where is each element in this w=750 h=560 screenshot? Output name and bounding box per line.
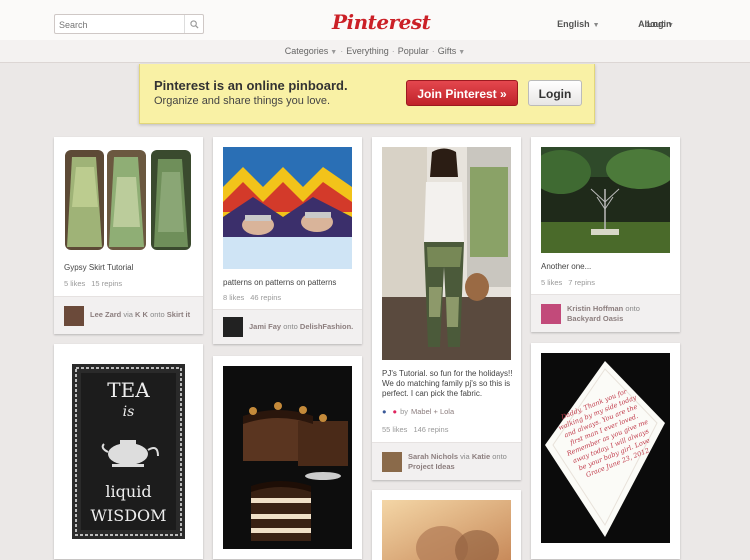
- join-pinterest-button[interactable]: Join Pinterest »: [406, 80, 518, 106]
- nav-gifts[interactable]: Gifts ▼: [438, 46, 465, 56]
- via-user[interactable]: Katie: [472, 452, 490, 461]
- pin-card[interactable]: [213, 356, 362, 559]
- pin-card[interactable]: Another one... 5 likes 7 repins Kristin H…: [531, 137, 680, 332]
- pin-image[interactable]: [541, 147, 670, 253]
- search-input[interactable]: [55, 16, 183, 34]
- pin-image[interactable]: [223, 147, 352, 269]
- attribution-text: Lee Zard via K K onto Skirt it: [90, 310, 190, 320]
- pin-attribution: Jami Fay onto DelishFashion.: [213, 309, 362, 344]
- pin-card[interactable]: [372, 490, 521, 560]
- pin-stats: 5 likes 7 repins: [541, 278, 601, 287]
- pin-card[interactable]: Daddy, Thank you for walking by my side …: [531, 343, 680, 559]
- board-name[interactable]: Backyard Oasis: [567, 314, 623, 323]
- source-name[interactable]: Mabel + Lola: [411, 407, 454, 416]
- patterns-photo: [223, 147, 352, 269]
- poster-word-liquid: liquid: [105, 482, 152, 501]
- attribution-text: Jami Fay onto DelishFashion.: [249, 322, 353, 332]
- chevron-down-icon: ▼: [330, 49, 338, 56]
- skirt-photo: [64, 147, 193, 254]
- likes-count: 55 likes: [382, 425, 408, 434]
- pin-card[interactable]: PJ's Tutorial. so fun for the holidays!!…: [372, 137, 521, 480]
- pin-image[interactable]: [223, 366, 352, 549]
- onto-word: onto: [150, 310, 165, 319]
- pin-description: Gypsy Skirt Tutorial: [64, 263, 134, 272]
- pin-attribution: Sarah Nichols via Katie onto Project Ide…: [372, 442, 521, 480]
- board-name[interactable]: Project Ideas: [408, 462, 455, 471]
- pin-attribution: Lee Zard via K K onto Skirt it: [54, 296, 203, 334]
- pin-stats: 8 likes 46 repins: [223, 293, 287, 302]
- repins-count: 146 repins: [413, 425, 449, 434]
- pinner-name[interactable]: Sarah Nichols: [408, 452, 458, 461]
- pin-description: patterns on patterns on patterns: [223, 278, 337, 287]
- pin-attribution: Kristin Hoffman onto Backyard Oasis: [531, 294, 680, 332]
- search-icon: [189, 19, 199, 29]
- poster-word-wisdom: WISDOM: [90, 506, 167, 525]
- pin-image[interactable]: [64, 147, 193, 254]
- nav-everything[interactable]: Everything: [346, 46, 389, 56]
- likes-count: 5 likes: [64, 279, 86, 288]
- login-link[interactable]: Login: [647, 19, 672, 29]
- pin-image[interactable]: [382, 500, 511, 560]
- pajamas-photo: [382, 147, 511, 360]
- nav-popular[interactable]: Popular: [398, 46, 429, 56]
- likes-count: 8 likes: [223, 293, 245, 302]
- poster-word-tea: TEA: [107, 378, 150, 402]
- pin-card[interactable]: TEA is liquid WISDOM: [54, 344, 203, 559]
- source-icon: ●: [392, 407, 398, 416]
- onto-word: onto: [283, 322, 298, 331]
- poster-word-is: is: [122, 404, 135, 420]
- search-button[interactable]: [184, 15, 203, 33]
- avatar[interactable]: [64, 306, 84, 326]
- signup-banner: Pinterest is an online pinboard. Organiz…: [139, 64, 595, 124]
- login-button[interactable]: Login: [528, 80, 582, 106]
- avatar[interactable]: [223, 317, 243, 337]
- attribution-text: Kristin Hoffman onto Backyard Oasis: [567, 304, 667, 324]
- nav-categories-label: Categories: [284, 46, 329, 56]
- pinner-name[interactable]: Lee Zard: [90, 310, 121, 319]
- pin-description: Another one...: [541, 262, 592, 271]
- pinterest-logo[interactable]: Pinterest: [332, 10, 431, 34]
- nav-gifts-label: Gifts: [437, 46, 457, 56]
- sunset-photo: [382, 500, 511, 560]
- via-user[interactable]: K K: [135, 310, 148, 319]
- pinner-name[interactable]: Jami Fay: [249, 322, 281, 331]
- pin-image[interactable]: TEA is liquid WISDOM: [72, 364, 185, 539]
- top-bar: Pinterest English▼ About▼ Login: [0, 0, 750, 41]
- sub-nav: Categories ▼ · Everything · Popular · Gifts ▼: [0, 40, 750, 63]
- banner-subline: Organize and share things you love.: [154, 95, 331, 107]
- repins-count: 7 repins: [568, 278, 595, 287]
- cake-photo: [223, 366, 352, 549]
- nav-categories[interactable]: Categories ▼: [285, 46, 337, 56]
- board-name[interactable]: DelishFashion.: [300, 322, 353, 331]
- garden-photo: [541, 147, 670, 253]
- via-word: via: [123, 310, 133, 319]
- pin-stats: 5 likes 15 repins: [64, 279, 128, 288]
- banner-headline: Pinterest is an online pinboard.: [154, 78, 348, 93]
- search-box[interactable]: [54, 14, 204, 34]
- pinner-name[interactable]: Kristin Hoffman: [567, 304, 623, 313]
- pin-source: ● ● by Mabel + Lola: [382, 407, 460, 416]
- pin-image[interactable]: Daddy, Thank you for walking by my side …: [541, 353, 670, 543]
- attribution-text: Sarah Nichols via Katie onto Project Ide…: [408, 452, 508, 472]
- pin-stats: 55 likes 146 repins: [382, 425, 454, 434]
- pin-image[interactable]: [382, 147, 511, 360]
- chevron-down-icon: ▼: [458, 49, 466, 56]
- board-name[interactable]: Skirt it: [167, 310, 190, 319]
- onto-word: onto: [625, 304, 640, 313]
- onto-word: onto: [492, 452, 507, 461]
- likes-count: 5 likes: [541, 278, 563, 287]
- pin-description: PJ's Tutorial. so fun for the holidays!!…: [382, 369, 513, 398]
- via-word: via: [460, 452, 470, 461]
- language-menu[interactable]: English ▼: [539, 19, 599, 29]
- pin-card[interactable]: patterns on patterns on patterns 8 likes…: [213, 137, 362, 344]
- avatar[interactable]: [382, 452, 402, 472]
- repins-count: 46 repins: [250, 293, 282, 302]
- language-label: English: [557, 19, 590, 29]
- pin-card[interactable]: Gypsy Skirt Tutorial 5 likes 15 repins Le…: [54, 137, 203, 334]
- avatar[interactable]: [541, 304, 561, 324]
- by-word: by: [400, 407, 408, 416]
- repins-count: 15 repins: [91, 279, 123, 288]
- source-icon: ●: [382, 407, 387, 416]
- chevron-down-icon: ▼: [592, 22, 600, 29]
